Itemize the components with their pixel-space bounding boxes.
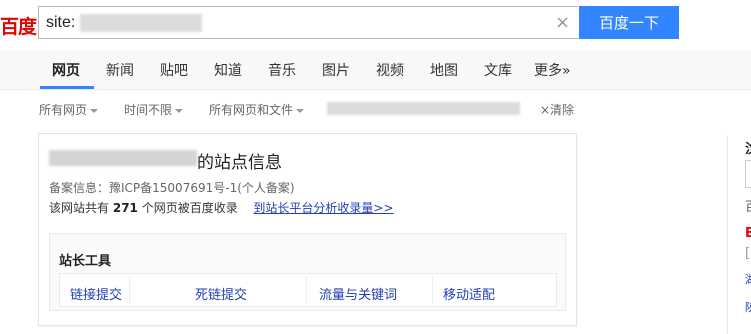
filter-label: 时间不限 — [124, 103, 173, 117]
clear-filters-link[interactable]: ×清除 — [540, 101, 574, 118]
index-count: 271 — [112, 201, 138, 215]
tool-traffic-keywords[interactable]: 流量与关键词 — [319, 284, 397, 303]
tab-tieba[interactable]: 贴吧 — [160, 60, 188, 80]
tool-divider — [129, 276, 130, 304]
index-count-line: 该网站共有 271 个网页被百度收录 到站长平台分析收录量>> — [49, 199, 394, 216]
tab-news[interactable]: 新闻 — [106, 60, 134, 80]
tab-web[interactable]: 网页 — [52, 60, 80, 80]
count-prefix: 该网站共有 — [49, 201, 110, 215]
filter-time[interactable]: 时间不限 — [124, 101, 184, 118]
tool-divider — [432, 276, 433, 304]
tab-map[interactable]: 地图 — [430, 60, 458, 80]
tab-music[interactable]: 音乐 — [268, 60, 296, 80]
right-fragment: 百 — [745, 196, 751, 215]
filter-label: 所有网页和文件 — [209, 103, 294, 117]
filter-file-type[interactable]: 所有网页和文件 — [209, 101, 305, 118]
tool-link-submit[interactable]: 链接提交 — [70, 284, 122, 303]
record-info: 备案信息：豫ICP备15007691号-1(个人备案) — [49, 181, 295, 195]
search-button[interactable]: 百度一下 — [579, 6, 679, 39]
right-fragment: E — [745, 226, 751, 241]
caret-down-icon — [296, 108, 305, 113]
baidu-logo[interactable]: 百度 — [0, 12, 37, 39]
blurred-site-name — [49, 150, 197, 166]
tab-images[interactable]: 图片 — [322, 60, 350, 80]
caret-down-icon — [175, 108, 184, 113]
analysis-link[interactable]: 到站长平台分析收录量>> — [253, 201, 393, 215]
clear-search-icon[interactable]: × — [555, 12, 570, 33]
blurred-query — [80, 14, 202, 32]
count-suffix: 个网页被百度收录 — [141, 201, 238, 215]
right-column-divider — [727, 135, 728, 334]
tab-wenku[interactable]: 文库 — [484, 60, 512, 80]
right-fragment: 汶 — [745, 138, 751, 157]
caret-down-icon — [90, 108, 99, 113]
active-tab-indicator — [40, 86, 94, 89]
blurred-site-filter — [327, 102, 520, 115]
site-info-title[interactable]: 的站点信息 — [197, 148, 282, 173]
tab-more[interactable]: 更多» — [534, 60, 571, 80]
filter-all-pages[interactable]: 所有网页 — [39, 101, 99, 118]
right-fragment: [ — [745, 246, 751, 261]
tab-zhidao[interactable]: 知道 — [214, 60, 242, 80]
tool-divider — [306, 276, 307, 304]
right-fragment[interactable]: 陕 — [745, 299, 751, 315]
tab-video[interactable]: 视频 — [376, 60, 404, 80]
right-fragment[interactable]: 湖 — [745, 271, 751, 287]
webmaster-tools-title: 站长工具 — [59, 254, 112, 269]
filter-label: 所有网页 — [39, 103, 88, 117]
search-query-text[interactable]: site: — [46, 14, 75, 32]
right-fragment-box — [745, 160, 751, 188]
tool-dead-link-submit[interactable]: 死链提交 — [195, 284, 247, 303]
tool-mobile-adapt[interactable]: 移动适配 — [443, 284, 495, 303]
